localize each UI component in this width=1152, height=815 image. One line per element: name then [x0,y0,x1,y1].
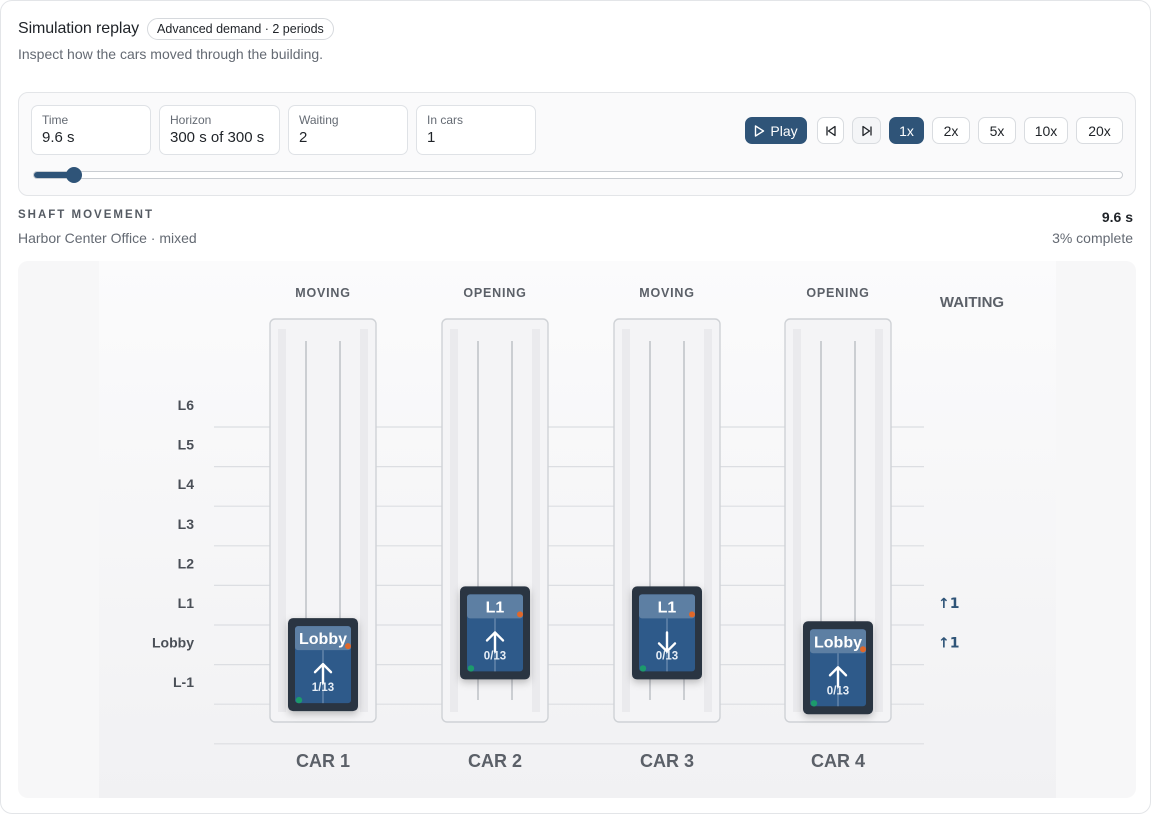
shaft-canvas: L6 L5 L4 L3 L2 L1 Lobby L-1 MOVING CAR 1 OPENING CA… [99,261,1056,798]
floor-label: L4 [178,476,195,492]
elevator-car: Lobby 1/13 [288,618,358,712]
demand-badge: Advanced demand · 2 periods [147,18,334,40]
car-name-label: CAR 1 [296,751,350,771]
car-call-dot [860,646,866,653]
step-forward-icon [860,125,874,137]
shaft-rail [793,329,801,712]
car-status-label: OPENING [806,286,869,300]
elevator-car: L1 0/13 [460,586,530,680]
replay-card: Simulation replay Advanced demand · 2 pe… [0,0,1151,814]
step-back-button[interactable] [817,117,844,144]
waiting-count: ↑1 [938,596,959,612]
step-forward-button[interactable] [852,117,881,144]
stat-waiting-value: 2 [299,129,308,146]
floor-label: L-1 [173,674,194,690]
page-title: Simulation replay [18,20,140,37]
stat-waiting-label: Waiting [299,113,339,127]
stat-horizon-value: 300 s of 300 s [170,129,265,146]
speed-20x-button[interactable]: 20x [1076,117,1123,144]
timeline-thumb[interactable] [66,167,83,183]
building-backdrop [99,261,1056,798]
section-label: SHAFT MOVEMENT [18,209,154,221]
floor-label: L2 [178,555,195,571]
play-label: Play [770,122,798,139]
car-floor-label: L1 [486,599,505,616]
speed-5x-button[interactable]: 5x [978,117,1016,144]
car-load-label: 0/13 [484,650,506,662]
car-name-label: CAR 2 [468,751,522,771]
shaft-rail [532,329,540,712]
shaft-rail [360,329,368,712]
shaft-rail [704,329,712,712]
step-back-icon [824,125,838,137]
car-status-dot [295,696,303,704]
car-load-label: 0/13 [827,685,849,697]
car-load-label: 1/13 [312,682,334,694]
car-name-label: CAR 4 [811,751,865,771]
stat-time-label: Time [42,113,69,127]
car-call-dot [345,643,351,650]
shaft-rail [622,329,630,712]
speed-1x-button[interactable]: 1x [889,117,924,144]
building-name: Harbor Center Office · mixed [18,230,197,246]
floor-label: L5 [178,437,195,453]
stat-in-cars-value: 1 [427,129,436,146]
stat-in-cars-label: In cars [427,113,464,127]
car-status-label: MOVING [639,286,695,300]
floor-label: L1 [178,595,195,611]
page-subtitle: Inspect how the cars moved through the b… [18,46,324,62]
section-time: 9.6 s [1101,209,1133,225]
waiting-header: WAITING [940,294,1004,311]
progress-percent: 3% complete [1052,230,1133,246]
stat-horizon: Horizon 300 s of 300 s [159,105,280,155]
title-row: Simulation replay Advanced demand · 2 pe… [18,18,334,40]
play-icon [754,124,765,137]
timeline-slider[interactable] [33,167,1123,183]
shaft-visualization: L6 L5 L4 L3 L2 L1 Lobby L-1 MOVING CAR 1 OPENING CA… [18,261,1136,798]
car-status-dot [810,700,818,707]
car-status-label: MOVING [295,286,351,300]
stat-time: Time 9.6 s [31,105,151,155]
car-status-dot [639,665,647,672]
floor-label: Lobby [152,635,194,651]
car-status-label: OPENING [463,286,526,300]
car-status-dot [467,665,475,672]
stat-waiting: Waiting 2 [288,105,408,155]
floor-label: L3 [178,516,195,532]
car-name-label: CAR 3 [640,751,694,771]
stat-horizon-label: Horizon [170,113,212,127]
waiting-count: ↑1 [938,636,959,652]
car-floor-label: L1 [658,599,677,616]
shaft-rail [278,329,286,712]
playback-panel: Time 9.6 s Horizon 300 s of 300 s Waitin… [18,92,1136,196]
car-floor-label: Lobby [299,631,347,648]
car-load-label: 0/13 [656,650,678,662]
play-button[interactable]: Play [745,117,807,144]
floor-label: L6 [178,397,195,413]
shaft-rail [450,329,458,712]
elevator-car: Lobby 0/13 [803,621,873,715]
car-call-dot [517,611,523,618]
car-call-dot [689,611,695,618]
stat-time-value: 9.6 s [42,129,75,146]
speed-10x-button[interactable]: 10x [1024,117,1068,144]
elevator-car: L1 0/13 [632,586,702,680]
stat-in-cars: In cars 1 [416,105,536,155]
car-floor-label: Lobby [814,634,862,651]
shaft-rail [875,329,883,712]
speed-2x-button[interactable]: 2x [932,117,970,144]
